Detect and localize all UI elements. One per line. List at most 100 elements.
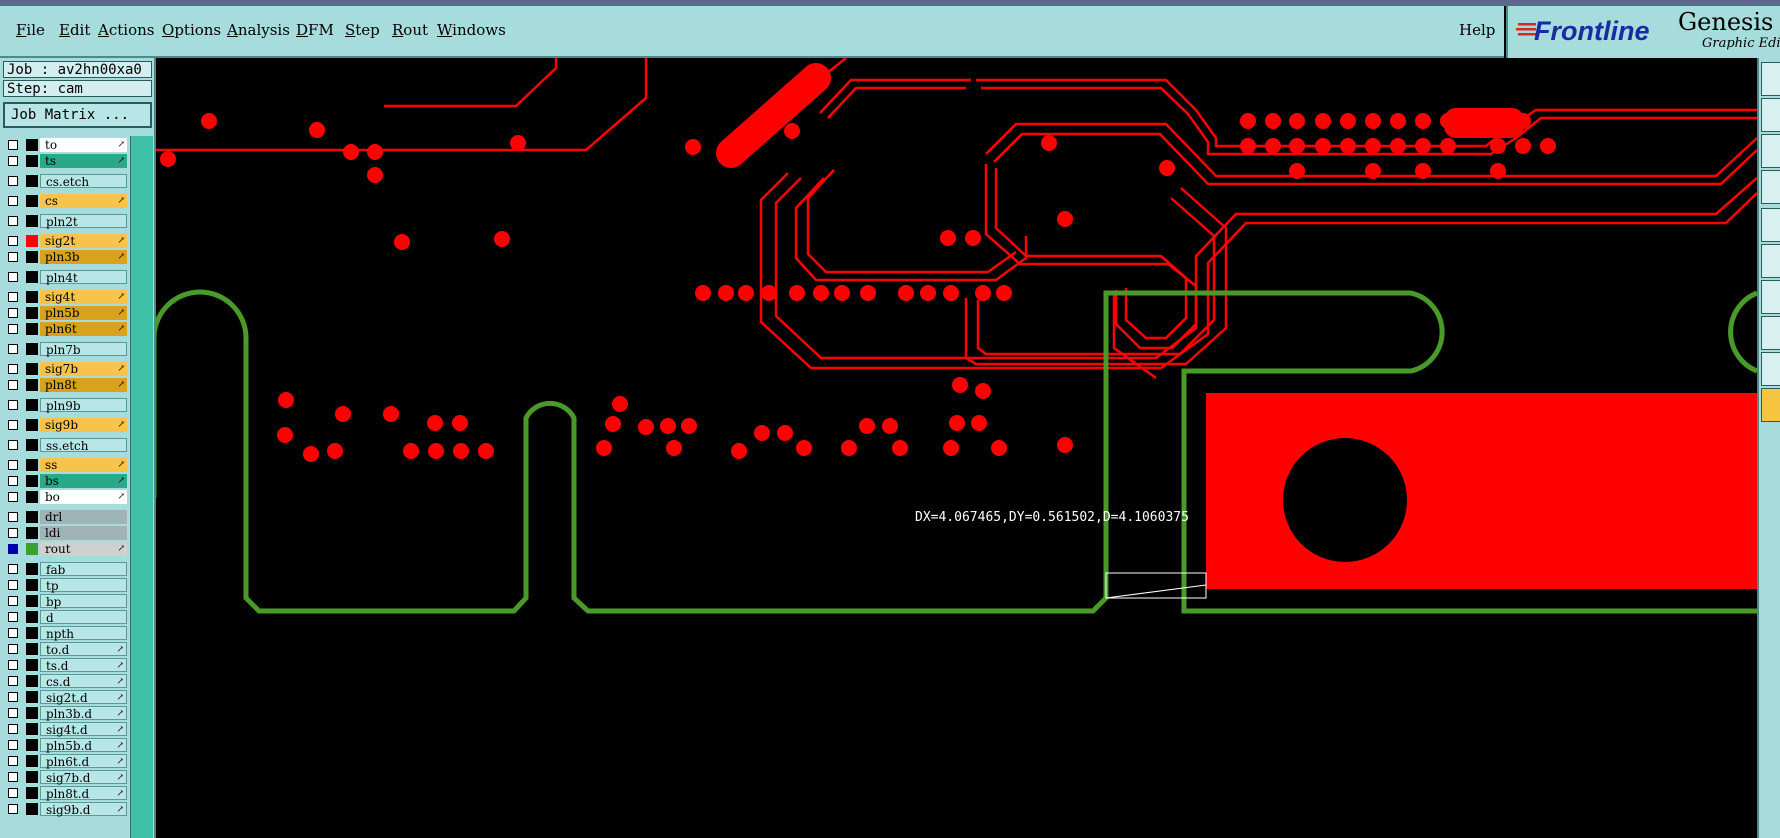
layer-name[interactable]: pln8t ↗ (40, 378, 127, 392)
layer-name[interactable]: sig2t.d ↗ (40, 690, 127, 705)
layer-color-swatch[interactable] (26, 419, 38, 431)
layer-checkbox[interactable] (8, 252, 18, 262)
layer-row-sig2t[interactable]: sig2t ↗ (4, 234, 128, 248)
layer-name[interactable]: bo ↗ (40, 490, 127, 504)
layer-checkbox[interactable] (8, 272, 18, 282)
layer-color-swatch[interactable] (26, 691, 38, 703)
layer-row-ts[interactable]: ts ↗ (4, 154, 128, 168)
layer-checkbox[interactable] (8, 440, 18, 450)
layer-name[interactable]: cs.etch (40, 174, 127, 189)
layer-row-ldi[interactable]: ldi (4, 526, 128, 540)
pan-icon[interactable] (1761, 170, 1780, 204)
layer-checkbox[interactable] (8, 580, 18, 590)
angle-icon[interactable] (1761, 352, 1780, 386)
layer-name[interactable]: pln8t.d ↗ (40, 786, 127, 801)
layer-checkbox[interactable] (8, 512, 18, 522)
layer-color-swatch[interactable] (26, 659, 38, 671)
layer-row-pln9b[interactable]: pln9b (4, 398, 128, 413)
layer-name[interactable]: tp (40, 578, 127, 593)
layer-row-pln2t[interactable]: pln2t (4, 214, 128, 229)
layer-row-pln3b-d[interactable]: pln3b.d ↗ (4, 706, 128, 721)
layer-name[interactable]: pln2t (40, 214, 127, 229)
layer-checkbox[interactable] (8, 756, 18, 766)
measure-icon[interactable] (1761, 280, 1780, 314)
layer-color-swatch[interactable] (26, 627, 38, 639)
layer-row-to[interactable]: to ↗ (4, 138, 128, 152)
layer-name[interactable]: pln4t (40, 270, 127, 285)
layer-color-swatch[interactable] (26, 579, 38, 591)
layer-name[interactable]: pln6t ↗ (40, 322, 127, 336)
zoom-out-icon[interactable] (1761, 134, 1780, 168)
layer-row-ts-d[interactable]: ts.d ↗ (4, 658, 128, 673)
layer-name[interactable]: bp (40, 594, 127, 609)
layer-checkbox[interactable] (8, 724, 18, 734)
layer-color-swatch[interactable] (26, 363, 38, 375)
layer-color-swatch[interactable] (26, 707, 38, 719)
layer-name[interactable]: bs ↗ (40, 474, 127, 488)
graphic-canvas[interactable]: DX=4.067465,DY=0.561502⁠,D=4.1060375 (156, 58, 1757, 838)
fill-icon[interactable] (1761, 208, 1780, 242)
layer-color-swatch[interactable] (26, 235, 38, 247)
layer-name[interactable]: to ↗ (40, 138, 127, 152)
layer-color-swatch[interactable] (26, 563, 38, 575)
layer-row-tp[interactable]: tp (4, 578, 128, 593)
layer-color-swatch[interactable] (26, 439, 38, 451)
layer-row-sig9b-d[interactable]: sig9b.d ↗ (4, 802, 128, 817)
layer-color-swatch[interactable] (26, 611, 38, 623)
menu-rout[interactable]: Rout (392, 21, 428, 39)
layer-row-pln4t[interactable]: pln4t (4, 270, 128, 285)
layer-name[interactable]: ldi (40, 526, 127, 540)
layer-name[interactable]: npth (40, 626, 127, 641)
layer-name[interactable]: pln5b ↗ (40, 306, 127, 320)
layer-color-swatch[interactable] (26, 459, 38, 471)
layer-row-ss-etch[interactable]: ss.etch (4, 438, 128, 453)
layer-color-swatch[interactable] (26, 271, 38, 283)
layer-color-swatch[interactable] (26, 475, 38, 487)
layer-name[interactable]: pln5b.d ↗ (40, 738, 127, 753)
layer-row-pln7b[interactable]: pln7b (4, 342, 128, 357)
layer-checkbox[interactable] (8, 176, 18, 186)
layer-checkbox[interactable] (8, 740, 18, 750)
layer-color-swatch[interactable] (26, 787, 38, 799)
layer-color-swatch[interactable] (26, 307, 38, 319)
layer-name[interactable]: pln6t.d ↗ (40, 754, 127, 769)
job-matrix-button[interactable]: Job Matrix ... (3, 102, 152, 128)
layer-checkbox[interactable] (8, 364, 18, 374)
layer-checkbox[interactable] (8, 804, 18, 814)
layer-color-swatch[interactable] (26, 675, 38, 687)
layer-checkbox[interactable] (8, 236, 18, 246)
layer-checkbox[interactable] (8, 660, 18, 670)
menu-file[interactable]: File (16, 21, 45, 39)
layer-name[interactable]: sig2t ↗ (40, 234, 127, 248)
layer-checkbox[interactable] (8, 596, 18, 606)
layer-row-bp[interactable]: bp (4, 594, 128, 609)
layer-name[interactable]: ts ↗ (40, 154, 127, 168)
layer-row-pln5b-d[interactable]: pln5b.d ↗ (4, 738, 128, 753)
zoom-in-icon[interactable] (1761, 98, 1780, 132)
layer-color-swatch[interactable] (26, 175, 38, 187)
layer-checkbox[interactable] (8, 460, 18, 470)
layer-color-swatch[interactable] (26, 323, 38, 335)
layer-row-sig9b[interactable]: sig9b ↗ (4, 418, 128, 432)
layer-row-bs[interactable]: bs ↗ (4, 474, 128, 488)
layer-color-swatch[interactable] (26, 491, 38, 503)
layer-checkbox[interactable] (8, 528, 18, 538)
layer-checkbox[interactable] (8, 140, 18, 150)
layer-name[interactable]: sig4t.d ↗ (40, 722, 127, 737)
layer-color-swatch[interactable] (26, 803, 38, 815)
layer-name[interactable]: sig4t ↗ (40, 290, 127, 304)
layer-row-rout[interactable]: rout ↗ (4, 542, 128, 556)
layer-checkbox[interactable] (8, 612, 18, 622)
layer-checkbox[interactable] (8, 324, 18, 334)
layer-name[interactable]: sig7b ↗ (40, 362, 127, 376)
layer-checkbox[interactable] (8, 544, 18, 554)
layer-row-sig2t-d[interactable]: sig2t.d ↗ (4, 690, 128, 705)
menu-step[interactable]: Step (345, 21, 380, 39)
layer-name[interactable]: sig7b.d ↗ (40, 770, 127, 785)
layer-row-pln8t[interactable]: pln8t ↗ (4, 378, 128, 392)
layer-list-scrollbar[interactable] (130, 136, 153, 838)
layer-row-npth[interactable]: npth (4, 626, 128, 641)
layer-name[interactable]: drl (40, 510, 127, 524)
layer-row-bo[interactable]: bo ↗ (4, 490, 128, 504)
layer-color-swatch[interactable] (26, 739, 38, 751)
